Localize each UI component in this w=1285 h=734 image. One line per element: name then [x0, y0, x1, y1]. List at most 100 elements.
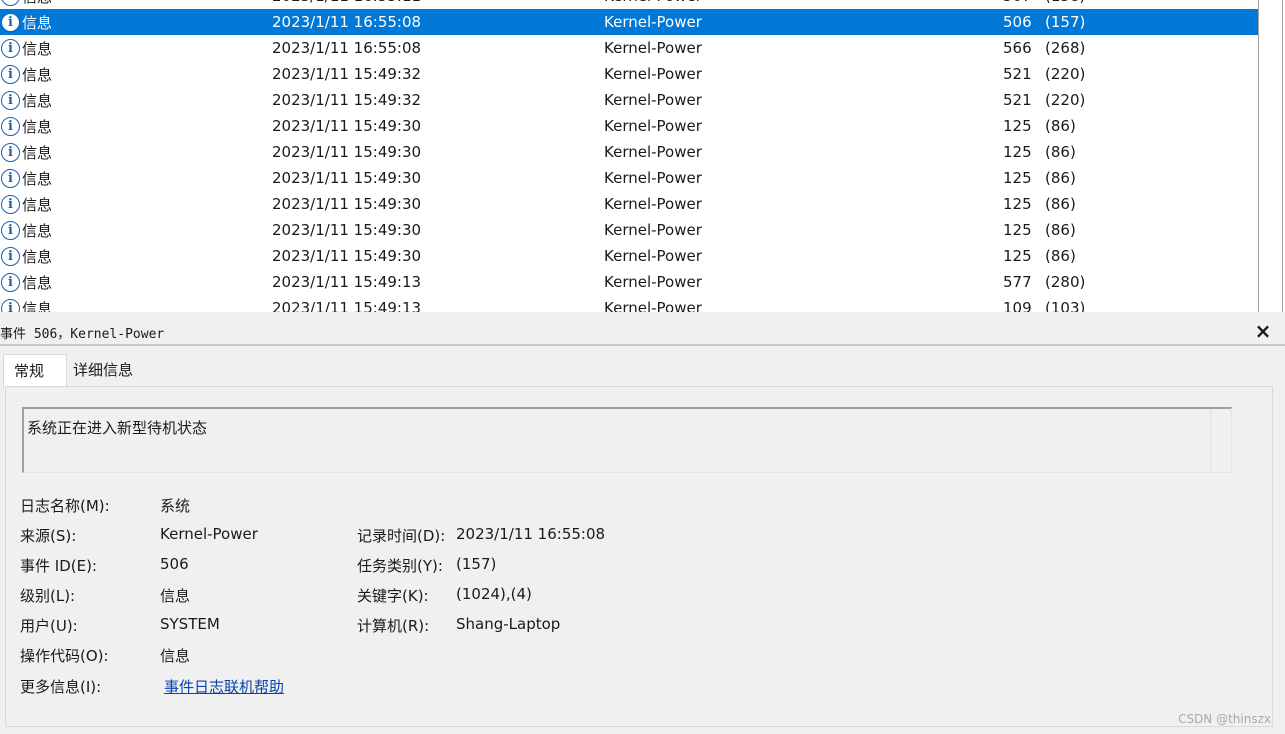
- event-row[interactable]: 信息 2023/1/11 16:55:08 Kernel-Power 566 (268): [0, 35, 1258, 61]
- event-task-category: (268): [1045, 39, 1086, 57]
- event-date: 2023/1/11 15:49:13: [272, 273, 422, 291]
- opcode-label: 操作代码(O):: [20, 647, 109, 665]
- event-source: Kernel-Power: [604, 65, 702, 83]
- event-task-category: (86): [1045, 247, 1076, 265]
- event-row[interactable]: 信息 2023/1/11 15:49:13 Kernel-Power 577 (280): [0, 269, 1258, 295]
- event-date: 2023/1/11 15:49:30: [272, 195, 422, 213]
- detail-title: 事件 506，Kernel-Power: [0, 327, 165, 342]
- tab-details[interactable]: 详细信息: [63, 354, 143, 386]
- event-task-category: (220): [1045, 65, 1086, 83]
- event-date: 2023/1/11 15:49:13: [272, 299, 422, 312]
- description-box[interactable]: 系统正在进入新型待机状态: [22, 407, 1232, 473]
- event-id: 125: [1003, 143, 1032, 161]
- event-row[interactable]: 信息 2023/1/11 15:49:30 Kernel-Power 125 (86): [0, 217, 1258, 243]
- event-id: 125: [1003, 247, 1032, 265]
- event-level: 信息: [22, 39, 53, 58]
- event-level: 信息: [22, 273, 53, 292]
- info-icon: [1, 117, 20, 136]
- event-source: Kernel-Power: [604, 273, 702, 291]
- event-level: 信息: [22, 13, 53, 32]
- event-id-label: 事件 ID(E):: [20, 557, 97, 575]
- event-source: Kernel-Power: [604, 169, 702, 187]
- tab-general[interactable]: 常规: [3, 354, 67, 387]
- description-text: 系统正在进入新型待机状态: [27, 419, 208, 437]
- event-row[interactable]: 信息 2023/1/11 15:49:30 Kernel-Power 125 (86): [0, 139, 1258, 165]
- event-id: 506: [1003, 13, 1032, 31]
- general-tab-panel: 系统正在进入新型待机状态 日志名称(M): 系统 来源(S): Kernel-P…: [5, 386, 1273, 727]
- info-icon: [1, 0, 20, 6]
- event-log-online-help-link[interactable]: 事件日志联机帮助: [164, 676, 284, 697]
- event-row[interactable]: 信息 2023/1/11 15:49:30 Kernel-Power 125 (86): [0, 191, 1258, 217]
- event-date: 2023/1/11 15:49:30: [272, 169, 422, 187]
- event-source: Kernel-Power: [604, 299, 702, 312]
- event-source: Kernel-Power: [604, 39, 702, 57]
- info-icon: [1, 299, 20, 312]
- event-id: 125: [1003, 169, 1032, 187]
- info-icon: [1, 65, 20, 84]
- task-category-value: (157): [456, 555, 497, 573]
- opcode-value: 信息: [160, 647, 191, 665]
- event-id: 507: [1003, 0, 1032, 5]
- tab-strip: 常规 详细信息: [0, 354, 1285, 387]
- event-task-category: (86): [1045, 143, 1076, 161]
- event-level: 信息: [22, 0, 52, 7]
- event-row[interactable]: 信息 2023/1/11 15:49:30 Kernel-Power 125 (86): [0, 165, 1258, 191]
- event-row[interactable]: 信息 2023/1/11 15:49:32 Kernel-Power 521 (220): [0, 87, 1258, 113]
- event-row[interactable]: 信息 2023/1/11 15:49:13 Kernel-Power 109 (103): [0, 295, 1258, 312]
- event-task-category: (220): [1045, 91, 1086, 109]
- info-icon: [1, 247, 20, 266]
- keywords-value: (1024),(4): [456, 585, 532, 603]
- more-info-label: 更多信息(I):: [20, 678, 102, 696]
- event-source: Kernel-Power: [604, 221, 702, 239]
- keywords-label: 关键字(K):: [357, 587, 429, 605]
- event-source: Kernel-Power: [604, 143, 702, 161]
- detail-title-bar: 事件 506，Kernel-Power ×: [0, 318, 1285, 346]
- event-id: 577: [1003, 273, 1032, 291]
- event-task-category: (86): [1045, 169, 1076, 187]
- event-task-category: (86): [1045, 221, 1076, 239]
- event-level: 信息: [22, 299, 53, 313]
- info-icon: [1, 13, 20, 32]
- info-icon: [1, 273, 20, 292]
- event-task-category: (158): [1045, 0, 1085, 5]
- source-label: 来源(S):: [20, 527, 77, 545]
- close-icon[interactable]: ×: [1253, 320, 1273, 342]
- event-id: 521: [1003, 91, 1032, 109]
- event-level: 信息: [22, 65, 53, 84]
- event-row[interactable]: 信息 2023/1/11 16:55:08 Kernel-Power 506 (157): [0, 9, 1258, 35]
- event-date: 2023/1/11 15:49:32: [272, 65, 422, 83]
- event-date: 2023/1/11 16:55:08: [272, 13, 422, 31]
- info-icon: [1, 143, 20, 162]
- event-row[interactable]: 信息 2023/1/11 16:55:11 Kernel-Power 507 (158): [0, 0, 1258, 9]
- logged-time-label: 记录时间(D):: [357, 527, 446, 545]
- info-icon: [1, 39, 20, 58]
- event-level: 信息: [22, 195, 53, 214]
- event-task-category: (103): [1045, 299, 1086, 312]
- event-list[interactable]: 信息 2023/1/11 16:55:11 Kernel-Power 507 (158)…: [0, 0, 1285, 312]
- event-source: Kernel-Power: [604, 91, 702, 109]
- event-date: 2023/1/11 15:49:30: [272, 143, 422, 161]
- task-category-label: 任务类别(Y):: [357, 557, 443, 575]
- computer-value: Shang-Laptop: [456, 615, 561, 633]
- event-date: 2023/1/11 15:49:32: [272, 91, 422, 109]
- event-level: 信息: [22, 247, 53, 266]
- event-level: 信息: [22, 117, 53, 136]
- event-date: 2023/1/11 16:55:11: [272, 0, 421, 5]
- event-task-category: (86): [1045, 195, 1076, 213]
- event-id: 125: [1003, 117, 1032, 135]
- event-id: 109: [1003, 299, 1032, 312]
- logged-time-value: 2023/1/11 16:55:08: [456, 525, 606, 543]
- event-source: Kernel-Power: [604, 195, 702, 213]
- event-row[interactable]: 信息 2023/1/11 15:49:30 Kernel-Power 125 (86): [0, 243, 1258, 269]
- level-value: 信息: [160, 587, 191, 605]
- info-icon: [1, 91, 20, 110]
- event-level: 信息: [22, 91, 53, 110]
- event-id: 566: [1003, 39, 1032, 57]
- event-row[interactable]: 信息 2023/1/11 15:49:32 Kernel-Power 521 (220): [0, 61, 1258, 87]
- event-row[interactable]: 信息 2023/1/11 15:49:30 Kernel-Power 125 (86): [0, 113, 1258, 139]
- source-value: Kernel-Power: [160, 525, 258, 543]
- info-icon: [1, 169, 20, 188]
- event-id-value: 506: [160, 555, 189, 573]
- list-right-border: [1282, 0, 1283, 312]
- computer-label: 计算机(R):: [357, 617, 430, 635]
